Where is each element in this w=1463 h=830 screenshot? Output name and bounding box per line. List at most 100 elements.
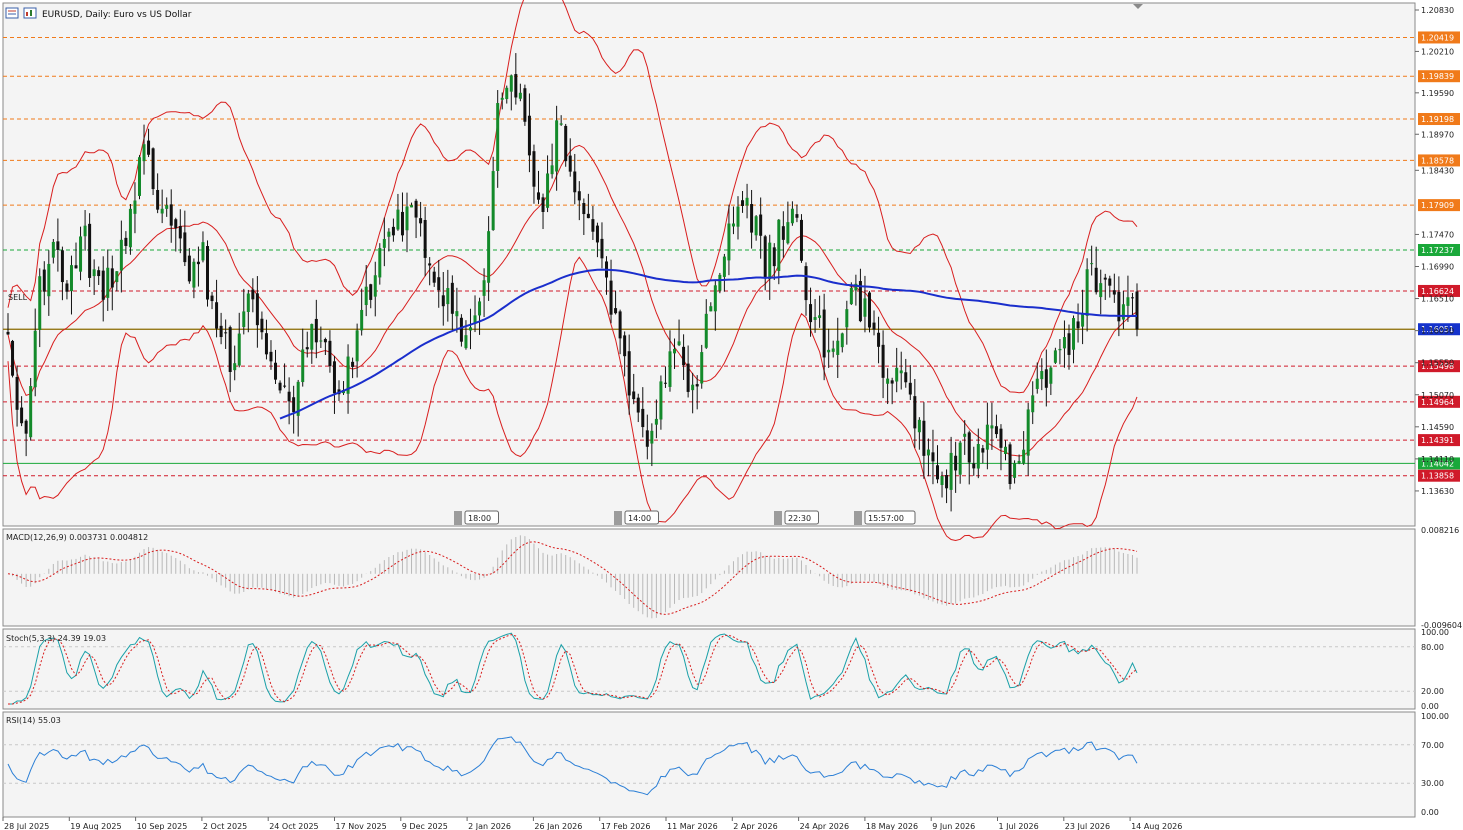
candle-body <box>88 223 92 278</box>
candle-body <box>1026 409 1030 456</box>
level-price-label: 1.17237 <box>1421 246 1454 255</box>
candle-body <box>351 361 355 367</box>
candle-body <box>301 349 305 383</box>
candle-body <box>1094 267 1098 293</box>
date-tick-label: 17 Nov 2025 <box>336 822 387 830</box>
level-price-label: 1.17909 <box>1421 201 1454 210</box>
candle-body <box>387 231 391 237</box>
candle-body <box>1017 460 1021 464</box>
marker-label: 18:00 <box>468 514 491 523</box>
candle-body <box>6 331 10 335</box>
candle-body <box>673 348 677 354</box>
candle-body <box>128 208 132 248</box>
candle-body <box>38 276 42 330</box>
candle-body <box>74 265 78 269</box>
candle-body <box>895 367 899 382</box>
price-pane[interactable] <box>2 2 1416 527</box>
candle-body <box>378 248 382 278</box>
candle-body <box>174 219 178 229</box>
candle-body <box>269 351 273 362</box>
candle-body <box>1126 297 1130 306</box>
candle-body <box>999 428 1003 448</box>
candle-body <box>292 397 296 413</box>
candle-body <box>210 295 214 302</box>
price-tick-label: 1.18430 <box>1421 166 1454 175</box>
candle-body <box>813 317 817 320</box>
candle-body <box>287 391 291 402</box>
price-tick-label: 1.15070 <box>1421 391 1454 400</box>
macd-tick-label: 0.008216 <box>1421 526 1459 535</box>
candle-body <box>360 309 364 331</box>
date-tick-label: 26 Jan 2026 <box>534 822 582 830</box>
candle-body <box>645 430 649 447</box>
candle-body <box>115 271 119 283</box>
candle-body <box>926 449 930 456</box>
candle-body <box>546 173 550 208</box>
price-tick-label: 1.16990 <box>1421 263 1454 272</box>
candle-body <box>541 197 545 212</box>
candle-body <box>713 285 717 312</box>
rsi-pane[interactable] <box>2 711 1416 818</box>
candle-body <box>736 206 740 227</box>
candle-body <box>981 448 985 453</box>
candle-body <box>15 377 19 410</box>
marker-label: 14:00 <box>628 514 651 523</box>
candle-body <box>786 222 790 244</box>
candle-body <box>899 370 903 374</box>
level-price-label: 1.14391 <box>1421 436 1454 445</box>
candle-body <box>314 318 318 343</box>
marker-label: 22:30 <box>788 514 811 523</box>
candle-body <box>1040 371 1044 380</box>
list-icon[interactable] <box>5 7 19 19</box>
candle-body <box>500 97 504 100</box>
candle-body <box>627 351 631 396</box>
marker-label: 15:57:00 <box>868 514 904 523</box>
candle-body <box>450 282 454 314</box>
candle-body <box>654 418 658 425</box>
candle-body <box>160 208 164 214</box>
candle-body <box>419 218 423 224</box>
candle <box>1008 442 1012 490</box>
candle-body <box>305 347 309 350</box>
candle-body <box>264 333 268 355</box>
candle-body <box>60 250 64 283</box>
candle-body <box>931 452 935 462</box>
candle-body <box>110 268 114 288</box>
rsi-tick-label: 100.00 <box>1421 712 1449 721</box>
candle-body <box>564 125 568 162</box>
candle <box>718 272 722 294</box>
candle-body <box>260 318 264 333</box>
candle-body <box>255 293 259 326</box>
candle-body <box>831 348 835 352</box>
macd-pane[interactable] <box>2 528 1416 627</box>
price-tick-label: 1.13630 <box>1421 487 1454 496</box>
candle-body <box>1108 278 1112 286</box>
candle-body <box>663 382 667 384</box>
candle-body <box>1090 263 1094 265</box>
candle-body <box>985 424 989 450</box>
candle-body <box>242 311 246 328</box>
date-tick-label: 19 Aug 2025 <box>70 822 121 830</box>
candle-body <box>1121 304 1125 320</box>
candle-body <box>56 241 60 250</box>
candle-body <box>382 238 386 248</box>
candle-body <box>468 327 472 331</box>
candle-body <box>101 270 105 300</box>
candle <box>137 155 141 200</box>
candle-body <box>1031 395 1035 413</box>
level-price-label: 1.20419 <box>1421 33 1454 42</box>
rsi-tick-label: 70.00 <box>1421 741 1444 750</box>
candle-body <box>355 330 359 362</box>
candle-body <box>178 226 182 239</box>
candle <box>29 378 33 441</box>
candle <box>128 204 132 255</box>
candle-body <box>156 190 160 210</box>
candle-body <box>867 292 871 328</box>
candle-body <box>963 433 967 437</box>
candle-body <box>799 219 803 261</box>
chart-canvas[interactable]: 1.20419 1.19839 1.19198 1.18578 1.17909 1.172… <box>0 0 1463 830</box>
candle-body <box>913 396 917 429</box>
level-price-label: 1.19198 <box>1421 115 1454 124</box>
stoch-pane[interactable] <box>2 628 1416 710</box>
chart-window-icon[interactable] <box>23 7 37 19</box>
